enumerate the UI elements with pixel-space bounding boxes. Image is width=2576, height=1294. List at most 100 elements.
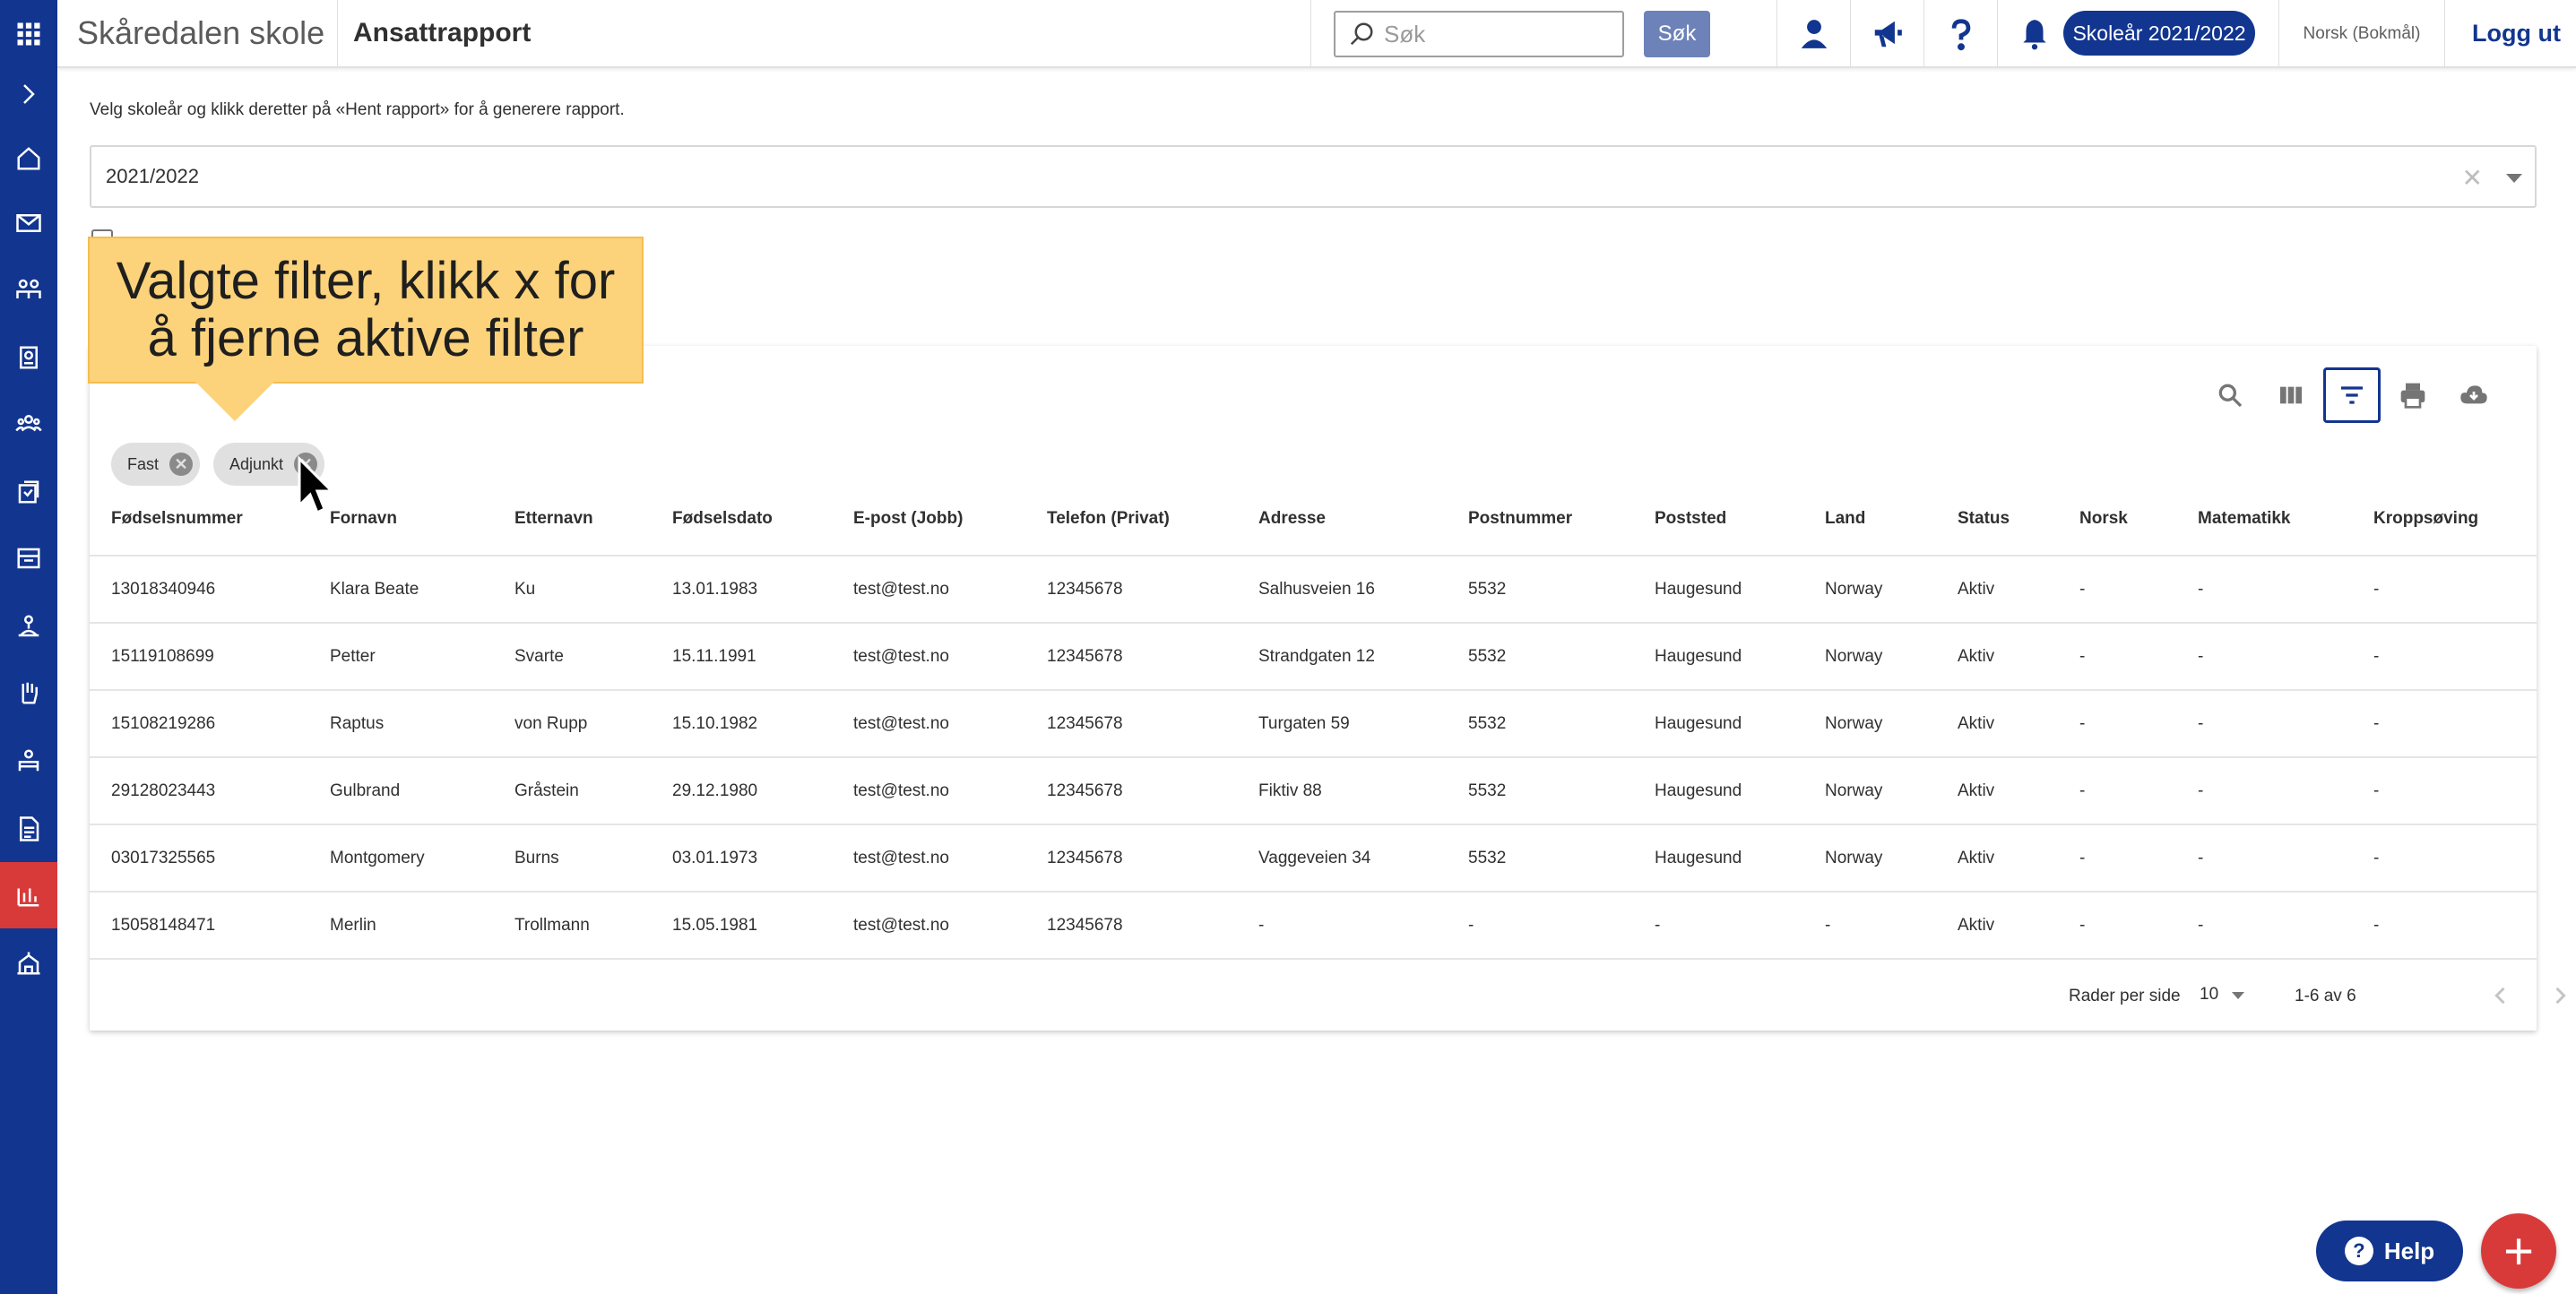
apps-grid-icon[interactable]: [0, 0, 57, 68]
cell: Aktiv: [1958, 849, 1995, 867]
filter-chip-fast: Fast ✕: [111, 443, 201, 486]
help-icon[interactable]: [1923, 0, 1997, 68]
previous-page-icon[interactable]: [2488, 983, 2513, 1008]
column-header[interactable]: Fødselsdato: [672, 509, 773, 529]
cell: 12345678: [1047, 781, 1123, 800]
cell: Aktiv: [1958, 781, 1995, 800]
logout-link[interactable]: Logg ut: [2472, 20, 2561, 47]
building-icon[interactable]: [0, 930, 57, 996]
cell: test@test.no: [853, 647, 949, 666]
cell: 12345678: [1047, 714, 1123, 733]
column-header[interactable]: Fornavn: [330, 509, 397, 529]
cell: Ku: [514, 580, 536, 599]
cell: 13018340946: [111, 580, 216, 599]
column-header[interactable]: Land: [1825, 509, 1865, 529]
callout-pointer: [195, 382, 274, 421]
people-icon[interactable]: [0, 256, 57, 323]
cell: -: [2373, 647, 2380, 666]
rows-per-page-label: Rader per side: [2069, 987, 2181, 1005]
column-header[interactable]: Adresse: [1258, 509, 1326, 529]
cell: Vaggeveien 34: [1258, 849, 1371, 867]
column-header[interactable]: E-post (Jobb): [853, 509, 963, 529]
next-page-icon[interactable]: [2547, 983, 2572, 1008]
search-icon[interactable]: [2201, 367, 2259, 423]
callout-line: Valgte filter, klikk x for: [116, 252, 616, 310]
assignment-icon[interactable]: [0, 459, 57, 525]
school-name[interactable]: Skåredalen skole: [77, 14, 324, 52]
cell: Svarte: [514, 647, 564, 666]
column-header[interactable]: Matematikk: [2198, 509, 2291, 529]
top-bar: Skåredalen skole Ansattrapport Søk Skole…: [57, 0, 2576, 68]
group-icon[interactable]: [0, 391, 57, 457]
columns-icon[interactable]: [2262, 367, 2320, 423]
cell: -: [2198, 781, 2204, 800]
cell: test@test.no: [853, 916, 949, 935]
cell: Burns: [514, 849, 559, 867]
table-row[interactable]: 15119108699 Petter Svarte 15.11.1991 tes…: [90, 622, 2537, 689]
hand-icon[interactable]: [0, 660, 57, 726]
divider: [337, 0, 338, 68]
cell: 13.01.1983: [672, 580, 758, 599]
school-icon[interactable]: [0, 525, 57, 591]
announcement-icon[interactable]: [1850, 0, 1923, 68]
sidebar: [0, 0, 57, 1294]
cell: Norway: [1825, 647, 1883, 666]
cell: -: [2198, 580, 2204, 599]
cell: Montgomery: [330, 849, 425, 867]
table-row[interactable]: 03017325565 Montgomery Burns 03.01.1973 …: [90, 824, 2537, 891]
school-year-select[interactable]: 2021/2022 ✕: [90, 145, 2537, 208]
column-header[interactable]: Poststed: [1655, 509, 1726, 529]
column-header[interactable]: Postnummer: [1468, 509, 1572, 529]
teacher-icon[interactable]: [0, 728, 57, 794]
table-row[interactable]: 15058148471 Merlin Trollmann 15.05.1981 …: [90, 891, 2537, 958]
download-cloud-icon[interactable]: [2445, 367, 2503, 423]
home-icon[interactable]: [0, 125, 57, 192]
cell: Haugesund: [1655, 647, 1742, 666]
column-header[interactable]: Etternavn: [514, 509, 593, 529]
chevron-right-icon[interactable]: [0, 61, 57, 127]
search-input[interactable]: [1384, 20, 1617, 48]
search-icon: [1350, 22, 1373, 46]
column-header[interactable]: Norsk: [2079, 509, 2128, 529]
column-header[interactable]: Telefon (Privat): [1047, 509, 1170, 529]
rows-per-page-select[interactable]: 10: [2200, 985, 2218, 1005]
notifications-icon[interactable]: [1997, 0, 2070, 68]
cell: -: [1468, 916, 1474, 935]
mail-icon[interactable]: [0, 190, 57, 256]
add-button[interactable]: +: [2481, 1213, 2556, 1289]
column-header[interactable]: Status: [1958, 509, 2010, 529]
person-service-icon[interactable]: [0, 593, 57, 660]
badge-icon[interactable]: [0, 324, 57, 391]
report-chart-icon[interactable]: [0, 862, 57, 928]
school-year-button[interactable]: Skoleår 2021/2022: [2063, 11, 2255, 56]
cell: 15.05.1981: [672, 916, 758, 935]
remove-filter-icon[interactable]: ✕: [169, 453, 194, 476]
cell: Strandgaten 12: [1258, 647, 1375, 666]
search-button[interactable]: Søk: [1644, 11, 1710, 57]
dropdown-arrow-icon[interactable]: [2506, 174, 2522, 183]
column-header[interactable]: Fødselsnummer: [111, 509, 243, 529]
filter-icon[interactable]: [2323, 367, 2381, 423]
cell: 12345678: [1047, 580, 1123, 599]
document-icon[interactable]: [0, 796, 57, 862]
cell: 12345678: [1047, 916, 1123, 935]
table-row[interactable]: 13018340946 Klara Beate Ku 13.01.1983 te…: [90, 555, 2537, 622]
cell: test@test.no: [853, 580, 949, 599]
search-field[interactable]: [1334, 11, 1624, 57]
cell: -: [2373, 580, 2380, 599]
table-row[interactable]: 15108219286 Raptus von Rupp 15.10.1982 t…: [90, 689, 2537, 756]
callout-line: å fjerne aktive filter: [147, 309, 584, 367]
language-selector[interactable]: Norsk (Bokmål): [2278, 0, 2445, 68]
column-header[interactable]: Kroppsøving: [2373, 509, 2478, 529]
profile-icon[interactable]: [1776, 0, 1850, 68]
cell: Haugesund: [1655, 781, 1742, 800]
cell: -: [2373, 714, 2380, 733]
dropdown-arrow-icon[interactable]: [2232, 992, 2244, 999]
cell: Haugesund: [1655, 849, 1742, 867]
table-row[interactable]: 29128023443 Gulbrand Gråstein 29.12.1980…: [90, 756, 2537, 824]
cell: test@test.no: [853, 714, 949, 733]
cell: von Rupp: [514, 714, 588, 733]
clear-icon[interactable]: ✕: [2462, 163, 2483, 193]
help-button[interactable]: ? Help: [2316, 1221, 2463, 1281]
print-icon[interactable]: [2384, 367, 2442, 423]
